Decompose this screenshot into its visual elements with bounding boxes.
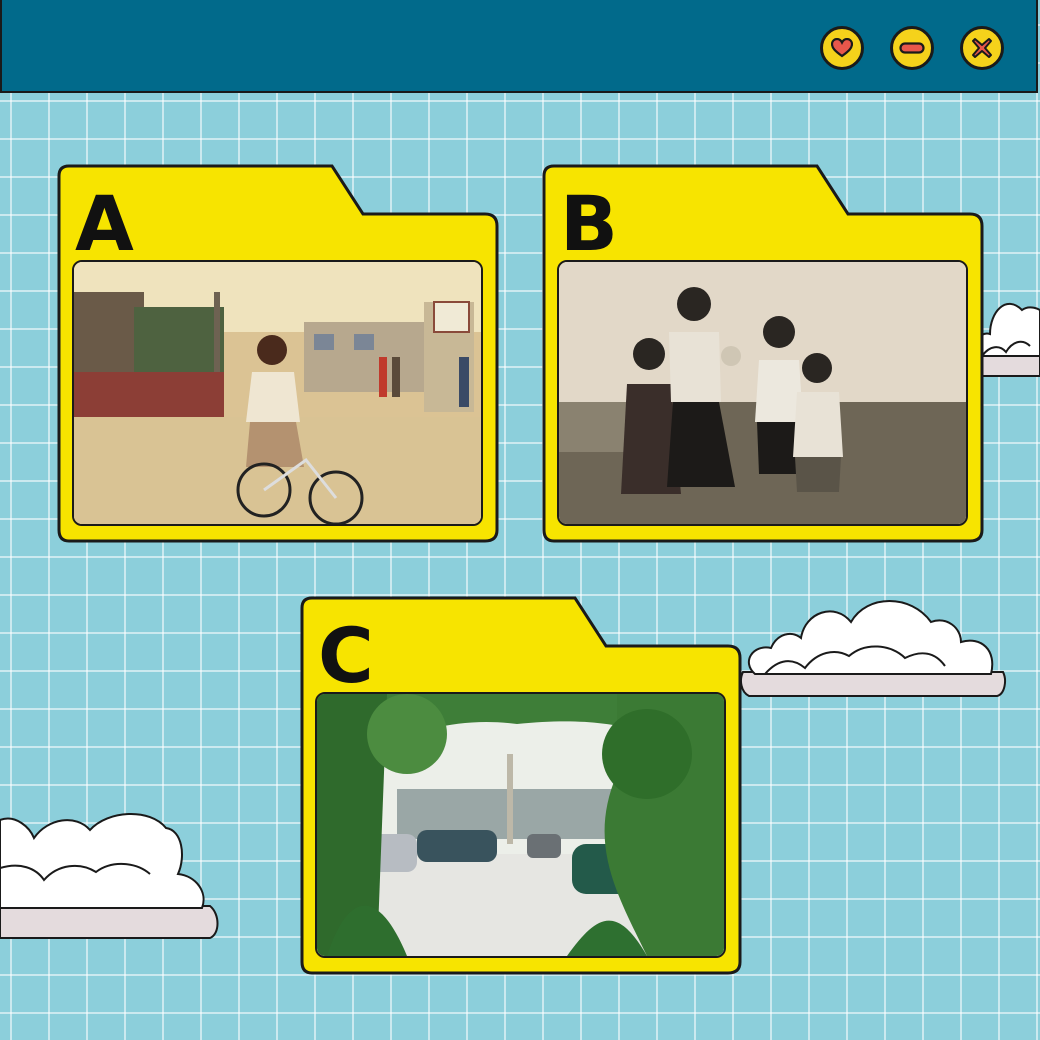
close-icon [972, 38, 992, 58]
folder-c[interactable]: C [300, 596, 742, 976]
favorite-button[interactable] [820, 26, 864, 70]
photo-image [317, 694, 724, 956]
folder-a[interactable]: A [57, 164, 499, 544]
cloud-left-bottom [0, 813, 219, 939]
photo-image [74, 262, 481, 524]
folder-c-label: C [318, 611, 374, 700]
heart-icon [831, 38, 853, 58]
photo-family-portrait[interactable] [557, 260, 968, 526]
cloud-right-middle [740, 600, 1006, 697]
minimize-button[interactable] [890, 26, 934, 70]
photo-woman-on-bicycle[interactable] [72, 260, 483, 526]
close-button[interactable] [960, 26, 1004, 70]
folder-b[interactable]: B [542, 164, 984, 544]
window-titlebar [0, 0, 1038, 93]
photo-parking-lot-through-trees[interactable] [315, 692, 726, 958]
photo-image [559, 262, 966, 524]
minus-icon [899, 42, 925, 54]
folder-b-label: B [560, 179, 618, 268]
folder-a-label: A [75, 179, 134, 268]
